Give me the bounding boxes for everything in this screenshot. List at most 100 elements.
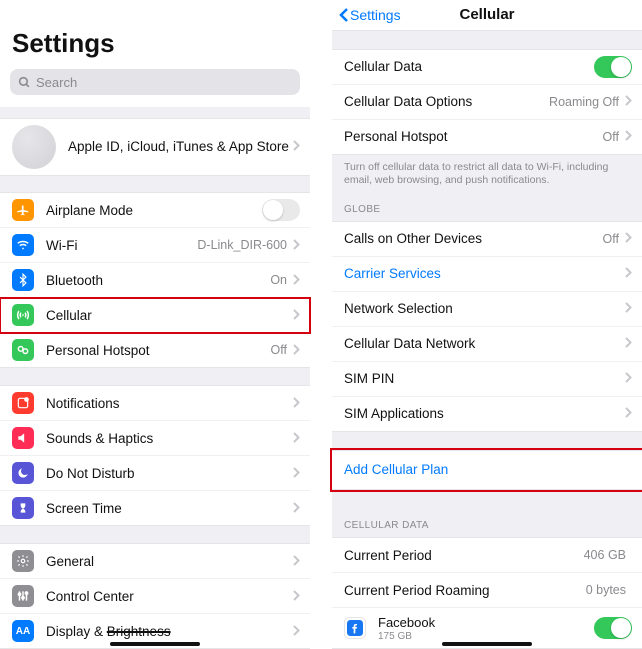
row-label: Cellular Data Network: [344, 336, 625, 351]
nav-title: Cellular: [459, 6, 514, 23]
facebook-toggle[interactable]: [594, 617, 632, 639]
notifications-row[interactable]: Notifications: [0, 386, 310, 421]
chevron-right-icon: [293, 238, 300, 253]
home-indicator: [110, 642, 200, 646]
row-label: Display & BrightnessDisplay & Brightness: [46, 624, 293, 639]
bluetooth-icon: [12, 269, 34, 291]
general-icon: [12, 550, 34, 572]
row-label: Add Cellular Plan: [344, 462, 632, 477]
network-selection-row[interactable]: Network Selection: [332, 292, 642, 327]
chevron-right-icon: [293, 343, 300, 358]
screentime-icon: [12, 497, 34, 519]
row-label: Current Period Roaming: [344, 583, 586, 598]
chevron-right-icon: [625, 129, 632, 144]
row-label: Screen Time: [46, 501, 293, 516]
screentime-row[interactable]: Screen Time: [0, 491, 310, 525]
bluetooth-row[interactable]: Bluetooth On: [0, 263, 310, 298]
row-label: Network Selection: [344, 301, 625, 316]
row-label: Facebook: [378, 615, 594, 630]
cellular-data-network-row[interactable]: Cellular Data Network: [332, 327, 642, 362]
chevron-right-icon: [293, 273, 300, 288]
hotspot-icon: [12, 339, 34, 361]
chevron-right-icon: [293, 589, 300, 604]
nav-bar: Settings Cellular: [332, 0, 642, 31]
row-value: Off: [603, 232, 619, 246]
search-icon: [18, 76, 31, 89]
row-label: Bluetooth: [46, 273, 270, 288]
current-period-row: Current Period 406 GB: [332, 538, 642, 573]
row-label: Carrier Services: [344, 266, 625, 281]
row-sub-label: 175 GB: [378, 631, 594, 642]
row-label: SIM Applications: [344, 406, 625, 421]
group-header-cellular-data: CELLULAR DATA: [332, 508, 642, 537]
row-value: 406 GB: [584, 548, 626, 562]
page-title: Settings: [0, 0, 310, 65]
cellular-data-row[interactable]: Cellular Data: [332, 50, 642, 85]
wifi-row[interactable]: Wi-Fi D-Link_DIR-600: [0, 228, 310, 263]
sim-pin-row[interactable]: SIM PIN: [332, 362, 642, 397]
row-label: Personal Hotspot: [46, 343, 271, 358]
sim-applications-row[interactable]: SIM Applications: [332, 397, 642, 431]
row-label: Notifications: [46, 396, 293, 411]
airplane-mode-row[interactable]: Airplane Mode: [0, 193, 310, 228]
sounds-row[interactable]: Sounds & Haptics: [0, 421, 310, 456]
settings-screen: Settings Search Apple ID, iCloud, iTunes…: [0, 0, 310, 649]
cellular-data-toggle[interactable]: [594, 56, 632, 78]
general-row[interactable]: General: [0, 544, 310, 579]
row-label: Cellular: [46, 308, 293, 323]
chevron-right-icon: [625, 231, 632, 246]
hotspot-row[interactable]: Personal Hotspot Off: [0, 333, 310, 367]
chevron-right-icon: [625, 266, 632, 281]
search-container: Search: [0, 65, 310, 107]
row-label: Cellular Data: [344, 59, 594, 74]
cellular-data-options-row[interactable]: Cellular Data Options Roaming Off: [332, 85, 642, 120]
row-value: Off: [603, 130, 619, 144]
sounds-icon: [12, 427, 34, 449]
cellular-screen: Settings Cellular Cellular Data Cellular…: [332, 0, 642, 649]
display-icon: AA: [12, 620, 34, 642]
chevron-right-icon: [625, 301, 632, 316]
chevron-right-icon: [625, 371, 632, 386]
chevron-right-icon: [625, 336, 632, 351]
calls-other-devices-row[interactable]: Calls on Other Devices Off: [332, 222, 642, 257]
control-center-icon: [12, 585, 34, 607]
personal-hotspot-row[interactable]: Personal Hotspot Off: [332, 120, 642, 154]
chevron-right-icon: [293, 139, 300, 154]
chevron-right-icon: [293, 431, 300, 446]
row-value: Off: [271, 343, 287, 357]
back-label: Settings: [350, 7, 401, 23]
notifications-icon: [12, 392, 34, 414]
row-label: Personal Hotspot: [344, 129, 603, 144]
row-label: Airplane Mode: [46, 203, 262, 218]
row-value: D-Link_DIR-600: [197, 238, 287, 252]
chevron-right-icon: [293, 624, 300, 639]
dnd-icon: [12, 462, 34, 484]
row-label: Do Not Disturb: [46, 466, 293, 481]
home-indicator: [442, 642, 532, 646]
back-button[interactable]: Settings: [338, 7, 401, 23]
row-label: Current Period: [344, 548, 584, 563]
search-placeholder: Search: [36, 75, 77, 90]
chevron-right-icon: [293, 308, 300, 323]
chevron-right-icon: [625, 94, 632, 109]
apple-id-label: Apple ID, iCloud, iTunes & App Store: [68, 139, 293, 154]
chevron-right-icon: [293, 554, 300, 569]
airplane-toggle[interactable]: [262, 199, 300, 221]
dnd-row[interactable]: Do Not Disturb: [0, 456, 310, 491]
row-label: Calls on Other Devices: [344, 231, 603, 246]
apple-id-row[interactable]: Apple ID, iCloud, iTunes & App Store: [0, 119, 310, 175]
row-value: On: [270, 273, 287, 287]
chevron-right-icon: [293, 466, 300, 481]
chevron-right-icon: [293, 501, 300, 516]
carrier-services-row[interactable]: Carrier Services: [332, 257, 642, 292]
control-center-row[interactable]: Control Center: [0, 579, 310, 614]
current-period-roaming-row: Current Period Roaming 0 bytes: [332, 573, 642, 608]
cellular-icon: [12, 304, 34, 326]
row-label: Cellular Data Options: [344, 94, 549, 109]
search-input[interactable]: Search: [10, 69, 300, 95]
chevron-right-icon: [293, 396, 300, 411]
row-label: SIM PIN: [344, 371, 625, 386]
add-cellular-plan-row[interactable]: Add Cellular Plan: [332, 451, 642, 489]
cellular-row[interactable]: Cellular: [0, 298, 310, 333]
row-label: General: [46, 554, 293, 569]
